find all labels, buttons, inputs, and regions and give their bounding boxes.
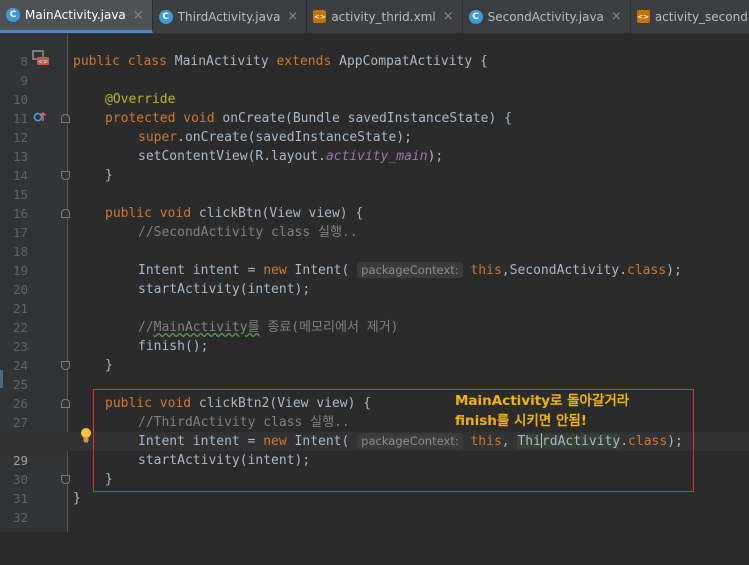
- fold-marker-icon[interactable]: [61, 399, 70, 408]
- code-text: }: [105, 168, 113, 183]
- tab-label: ThirdActivity.java: [177, 9, 281, 24]
- code-comment: //MainActivity를 종료(메모리에서 제거): [138, 320, 399, 335]
- tab-activity-second-xml[interactable]: <> activity_second.xml ×: [631, 0, 749, 33]
- code-line: 20 Intent intent = new Intent( packageCo…: [0, 261, 749, 297]
- code-line: 14 setContentView(R.layout.activity_main…: [0, 147, 749, 183]
- android-activity-icon[interactable]: <>: [32, 49, 50, 67]
- code-text: startActivity(intent);: [138, 282, 311, 297]
- code-line: 16: [0, 185, 749, 221]
- tab-activity-thrid-xml[interactable]: <> activity_thrid.xml ×: [307, 0, 463, 33]
- annotation-note-line: finish를 시키면 안됨!: [455, 413, 587, 429]
- code-line: 13 super.onCreate(savedInstanceState);: [0, 128, 749, 164]
- fold-marker-icon[interactable]: [61, 209, 70, 218]
- code-line: 22: [0, 299, 749, 335]
- fold-marker-icon[interactable]: [61, 475, 70, 484]
- tab-thirdactivity-java[interactable]: C ThirdActivity.java ×: [153, 0, 308, 33]
- close-icon[interactable]: ×: [287, 9, 298, 24]
- java-class-icon: C: [468, 9, 483, 24]
- java-class-icon: C: [6, 8, 20, 22]
- fold-marker-icon[interactable]: [61, 361, 70, 370]
- code-text: super.onCreate(savedInstanceState);: [138, 130, 412, 145]
- code-line: 17 public void clickBtn(View view) {: [0, 204, 749, 240]
- close-icon[interactable]: ×: [133, 8, 144, 23]
- close-icon[interactable]: ×: [611, 9, 622, 24]
- lightbulb-icon[interactable]: [80, 427, 92, 443]
- code-text: protected void onCreate(Bundle savedInst…: [105, 111, 512, 126]
- code-line: 18 //SecondActivity class 실행..: [0, 223, 749, 259]
- code-line: 25 }: [0, 356, 749, 392]
- code-line: 12 protected void onCreate(Bundle savedI…: [0, 109, 749, 145]
- code-line: 23 //MainActivity를 종료(메모리에서 제거): [0, 318, 749, 354]
- annotation-note: MainActivity로 돌아갈거라 finish를 시키면 안됨!: [455, 391, 629, 431]
- xml-file-icon: <>: [313, 10, 327, 23]
- tab-label: SecondActivity.java: [487, 9, 604, 24]
- code-line: 15 }: [0, 166, 749, 202]
- code-text: @Override: [105, 92, 176, 107]
- code-line: 24 finish();: [0, 337, 749, 373]
- fold-marker-icon[interactable]: [61, 171, 70, 180]
- code-text: finish();: [138, 339, 209, 354]
- line-number: 32: [12, 510, 28, 525]
- tab-mainactivity-java[interactable]: C MainActivity.java ×: [0, 0, 153, 33]
- close-icon[interactable]: ×: [443, 9, 454, 24]
- code-line: 9 public class MainActivity extends AppC…: [0, 52, 749, 88]
- code-text: }: [73, 491, 81, 506]
- svg-text:<>: <>: [38, 59, 48, 66]
- annotation-note-line: MainActivity로 돌아갈거라: [455, 393, 630, 409]
- parameter-hint: packageContext:: [357, 262, 463, 278]
- code-text: public void clickBtn(View view) {: [105, 206, 364, 221]
- code-comment: //SecondActivity class 실행..: [138, 225, 358, 240]
- editor-tab-bar: C MainActivity.java × C ThirdActivity.ja…: [0, 0, 749, 34]
- code-line: 11 @Override: [0, 90, 749, 126]
- tab-label: activity_second.xml: [654, 9, 749, 24]
- code-line: 19: [0, 242, 749, 278]
- code-editor[interactable]: 8 9 public class MainActivity extends Ap…: [0, 33, 749, 532]
- code-line: 8: [0, 33, 749, 69]
- code-text: setContentView(R.layout.activity_main);: [138, 149, 444, 164]
- java-class-icon: C: [158, 9, 173, 24]
- code-text: }: [105, 358, 113, 373]
- code-text: Intent intent = new Intent( packageConte…: [138, 262, 682, 278]
- code-line: 21 startActivity(intent);: [0, 280, 749, 316]
- fold-marker-icon[interactable]: [61, 114, 70, 123]
- xml-file-icon: <>: [636, 10, 650, 23]
- tab-label: MainActivity.java: [25, 8, 126, 22]
- code-line: 10: [0, 71, 749, 107]
- override-marker-icon[interactable]: [33, 110, 47, 124]
- tab-label: activity_thrid.xml: [331, 9, 436, 24]
- code-text: public class MainActivity extends AppCom…: [73, 54, 488, 69]
- tab-secondactivity-java[interactable]: C SecondActivity.java ×: [463, 0, 631, 33]
